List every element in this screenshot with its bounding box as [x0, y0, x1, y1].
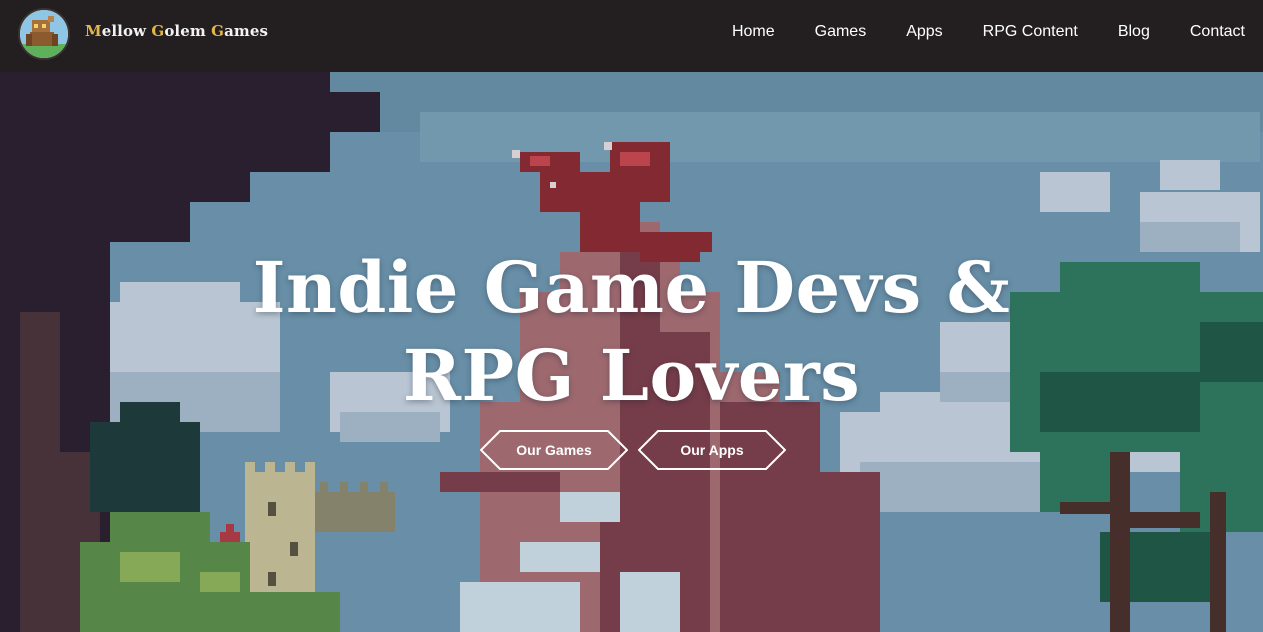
nav-link-rpg-content[interactable]: RPG Content	[983, 23, 1078, 41]
nav-link-home[interactable]: Home	[732, 23, 775, 41]
brand-initial: G	[151, 22, 165, 40]
hero-section: Indie Game Devs & RPG Lovers Our Games O…	[0, 72, 1263, 632]
brand-initial: G	[211, 22, 225, 40]
hero-title: Indie Game Devs & RPG Lovers	[0, 244, 1263, 420]
our-apps-button[interactable]: Our Apps	[638, 430, 786, 470]
hero-buttons: Our Games Our Apps	[480, 430, 796, 470]
brand-word: ames	[224, 22, 269, 40]
brand-initial: M	[85, 22, 102, 40]
our-games-label: Our Games	[516, 442, 592, 458]
brand-name[interactable]: Mellow Golem Games	[85, 22, 268, 40]
nav-link-games[interactable]: Games	[815, 23, 867, 41]
main-nav: Home Games Apps RPG Content Blog Contact	[692, 23, 1245, 41]
our-games-button[interactable]: Our Games	[480, 430, 628, 470]
nav-link-apps[interactable]: Apps	[906, 23, 942, 41]
brand-word: olem	[164, 22, 212, 40]
golem-logo-icon[interactable]	[18, 8, 70, 60]
hero-title-line-2: RPG Lovers	[402, 334, 861, 417]
nav-link-blog[interactable]: Blog	[1118, 23, 1150, 41]
brand-word: ellow	[101, 22, 152, 40]
hero-title-line-1: Indie Game Devs &	[252, 246, 1011, 329]
our-apps-label: Our Apps	[680, 442, 744, 458]
brand[interactable]: Mellow Golem Games	[18, 8, 268, 60]
top-navbar: Mellow Golem Games Home Games Apps RPG C…	[0, 0, 1263, 72]
nav-link-contact[interactable]: Contact	[1190, 23, 1245, 41]
